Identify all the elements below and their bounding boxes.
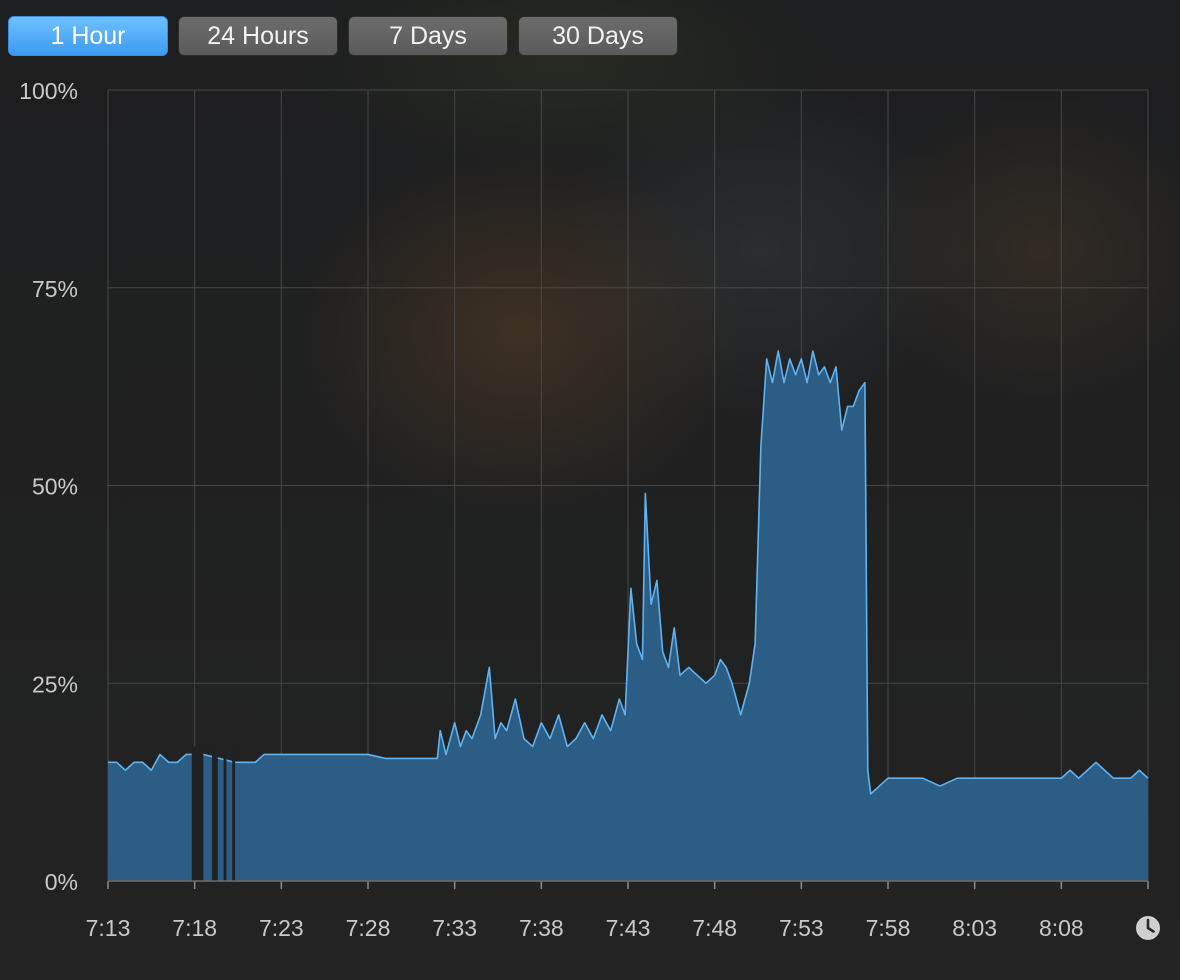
usage-chart: 0% 25% 50% 75% 100% 7:13 7:18 7:23 7:28 7:33 7:38…	[19, 78, 1149, 941]
x-tick-label: 7:38	[519, 915, 564, 941]
x-tick-label: 8:03	[952, 915, 997, 941]
x-tick-label: 7:28	[346, 915, 391, 941]
x-tick-label: 7:58	[866, 915, 911, 941]
data-gap	[191, 746, 204, 881]
data-gap	[232, 746, 236, 881]
x-tick-label: 7:43	[606, 915, 651, 941]
data-gap	[212, 746, 218, 881]
x-tick-label: 8:08	[1039, 915, 1084, 941]
y-axis: 0% 25% 50% 75% 100%	[19, 78, 78, 895]
x-tick-label: 7:23	[259, 915, 304, 941]
y-tick-label: 25%	[32, 671, 78, 697]
x-axis: 7:13 7:18 7:23 7:28 7:33 7:38 7:43 7:48 7:53 7:58…	[86, 880, 1149, 941]
clock-icon[interactable]	[1135, 915, 1161, 941]
y-tick-label: 50%	[32, 474, 78, 500]
x-tick-label: 7:53	[779, 915, 824, 941]
y-tick-label: 75%	[32, 276, 78, 302]
x-tick-label: 7:18	[172, 915, 217, 941]
x-tick-label: 7:13	[86, 915, 131, 941]
x-tick-label: 7:33	[432, 915, 477, 941]
y-tick-label: 0%	[45, 869, 78, 895]
data-gap	[223, 746, 227, 881]
x-tick-label: 7:48	[692, 915, 737, 941]
y-tick-label: 100%	[19, 78, 78, 104]
